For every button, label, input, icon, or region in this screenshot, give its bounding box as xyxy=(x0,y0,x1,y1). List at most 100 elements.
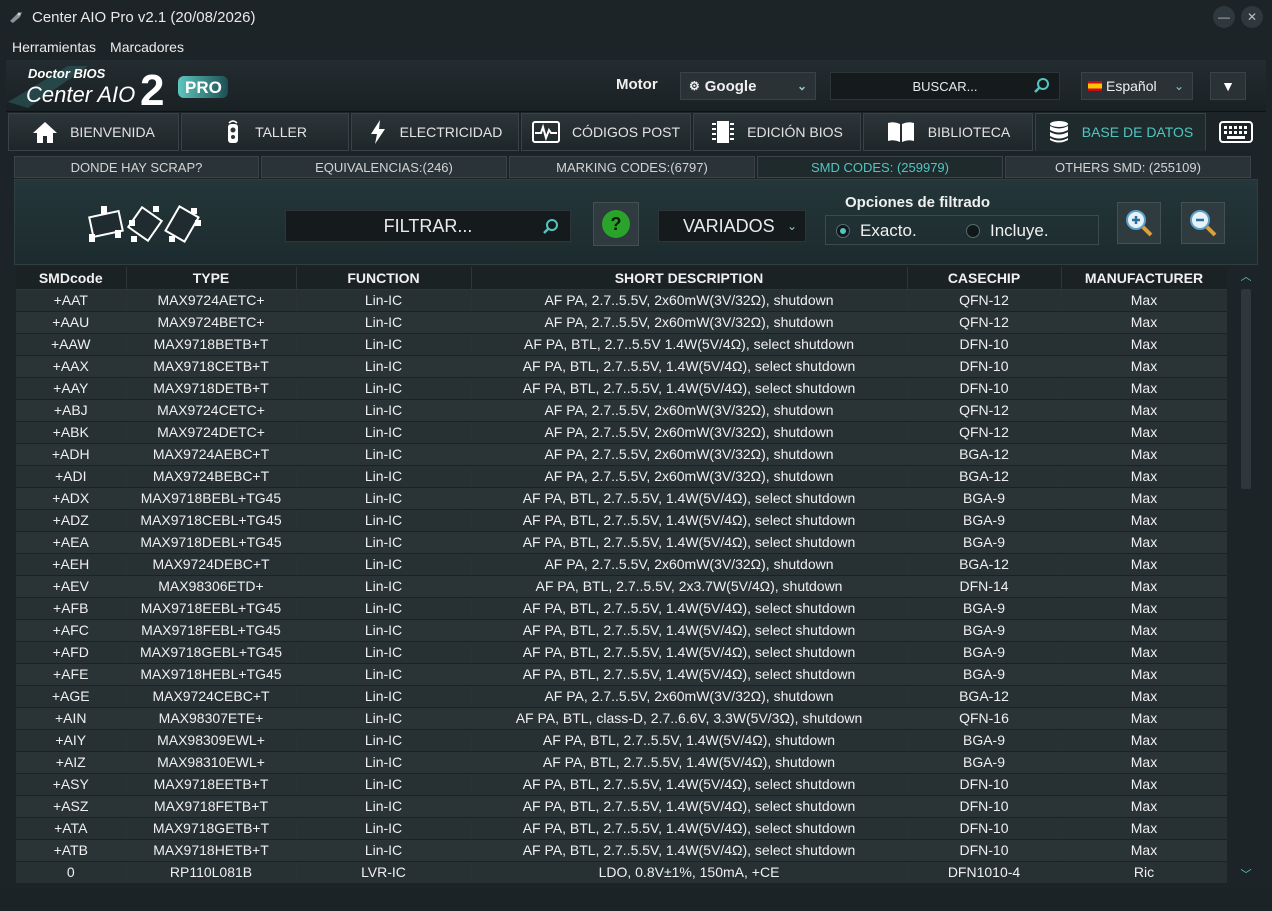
search-icon[interactable] xyxy=(542,218,560,236)
menu-herramientas[interactable]: Herramientas xyxy=(12,39,96,55)
scroll-up-icon[interactable]: ︿ xyxy=(1236,267,1256,285)
column-header-short-description[interactable]: SHORT DESCRIPTION xyxy=(471,267,908,290)
search-icon[interactable] xyxy=(1033,77,1051,95)
table-row[interactable]: +ADI MAX9724BEBC+T Lin-IC AF PA, 2.7..5.5V,… xyxy=(16,465,1227,488)
zoom-out-button[interactable] xyxy=(1181,202,1225,244)
filter-input[interactable]: FILTRAR... xyxy=(285,210,571,242)
subtab-others-smd[interactable]: OTHERS SMD: (255109) xyxy=(1005,156,1251,178)
tab-edicion-bios[interactable]: EDICIÓN BIOS xyxy=(693,113,861,151)
column-header-function[interactable]: FUNCTION xyxy=(296,267,472,290)
table-row[interactable]: +ADX MAX9718BEBL+TG45 Lin-IC AF PA, BTL, 2.… xyxy=(16,487,1227,510)
close-button[interactable]: ✕ xyxy=(1241,6,1263,28)
app-icon xyxy=(10,12,22,23)
tab-electricidad[interactable]: ELECTRICIDAD xyxy=(351,113,519,151)
table-row[interactable]: +AEV MAX98306ETD+ Lin-IC AF PA, BTL, 2.7..5… xyxy=(16,575,1227,598)
cell-manufacturer: Max xyxy=(1061,575,1227,598)
cell-casechip: BGA-12 xyxy=(907,443,1062,466)
table-body: +AAT MAX9724AETC+ Lin-IC AF PA, 2.7..5.5V, … xyxy=(16,289,1227,883)
minimize-button[interactable]: — xyxy=(1213,6,1235,28)
cell-manufacturer: Max xyxy=(1061,311,1227,334)
tab-base-de-datos[interactable]: BASE DE DATOS xyxy=(1035,113,1206,151)
table-row[interactable]: +AAY MAX9718DETB+T Lin-IC AF PA, BTL, 2.7..… xyxy=(16,377,1227,400)
cell-casechip: BGA-9 xyxy=(907,619,1062,642)
table-row[interactable]: +AIY MAX98309EWL+ Lin-IC AF PA, BTL, 2.7..5… xyxy=(16,729,1227,752)
table-row[interactable]: +AAU MAX9724BETC+ Lin-IC AF PA, 2.7..5.5V, … xyxy=(16,311,1227,334)
table-row[interactable]: +ABK MAX9724DETC+ Lin-IC AF PA, 2.7..5.5V, … xyxy=(16,421,1227,444)
table-row[interactable]: +ATA MAX9718GETB+T Lin-IC AF PA, BTL, 2.7..… xyxy=(16,817,1227,840)
category-select[interactable]: VARIADOS ⌄ xyxy=(658,210,806,242)
column-header-type[interactable]: TYPE xyxy=(126,267,297,290)
cell-smdcode: +AFE xyxy=(16,663,127,686)
table-row[interactable]: +ABJ MAX9724CETC+ Lin-IC AF PA, 2.7..5.5V, … xyxy=(16,399,1227,422)
database-icon xyxy=(1048,120,1070,144)
cell-type: MAX9724AEBC+T xyxy=(126,443,297,466)
cell-smdcode: +AEA xyxy=(16,531,127,554)
cell-manufacturer: Max xyxy=(1061,443,1227,466)
cell-function: Lin-IC xyxy=(296,553,472,576)
cell-casechip: QFN-12 xyxy=(907,311,1062,334)
menu-marcadores[interactable]: Marcadores xyxy=(110,39,184,55)
cell-short-description: AF PA, BTL, 2.7..5.5V, 1.4W(5V/4Ω), sele… xyxy=(471,817,908,840)
tab-biblioteca[interactable]: BIBLIOTECA xyxy=(863,113,1033,151)
table-row[interactable]: +AFD MAX9718GEBL+TG45 Lin-IC AF PA, BTL, 2.… xyxy=(16,641,1227,664)
column-header-manufacturer[interactable]: MANUFACTURER xyxy=(1061,267,1227,290)
scrollbar-thumb[interactable] xyxy=(1241,289,1251,489)
cell-manufacturer: Max xyxy=(1061,751,1227,774)
table-row[interactable]: 0 RP110L081B LVR-IC LDO, 0.8V±1%, 150mA, +C… xyxy=(16,861,1227,883)
subtab-smd-codes[interactable]: SMD CODES: (259979) xyxy=(757,156,1003,178)
tab-taller[interactable]: TALLER xyxy=(181,113,349,151)
cell-type: MAX9718GEBL+TG45 xyxy=(126,641,297,664)
radio-exacto[interactable]: Exacto. xyxy=(836,221,917,241)
subtab-donde-hay-scrap[interactable]: DONDE HAY SCRAP? xyxy=(14,156,259,178)
cell-casechip: BGA-12 xyxy=(907,553,1062,576)
table-row[interactable]: +ADH MAX9724AEBC+T Lin-IC AF PA, 2.7..5.5V,… xyxy=(16,443,1227,466)
table-row[interactable]: +AAT MAX9724AETC+ Lin-IC AF PA, 2.7..5.5V, … xyxy=(16,289,1227,312)
column-header-casechip[interactable]: CASECHIP xyxy=(907,267,1062,290)
search-input[interactable]: BUSCAR... xyxy=(830,72,1060,100)
table-row[interactable]: +AIN MAX98307ETE+ Lin-IC AF PA, BTL, class-… xyxy=(16,707,1227,730)
cell-short-description: AF PA, 2.7..5.5V, 2x60mW(3V/32Ω), shutdo… xyxy=(471,685,908,708)
cell-manufacturer: Max xyxy=(1061,817,1227,840)
table-row[interactable]: +ASZ MAX9718FETB+T Lin-IC AF PA, BTL, 2.7..… xyxy=(16,795,1227,818)
cell-manufacturer: Max xyxy=(1061,531,1227,554)
cell-short-description: AF PA, BTL, 2.7..5.5V, 1.4W(5V/4Ω), sele… xyxy=(471,839,908,862)
cell-smdcode: +ADX xyxy=(16,487,127,510)
table-row[interactable]: +AEA MAX9718DEBL+TG45 Lin-IC AF PA, BTL, 2.… xyxy=(16,531,1227,554)
cell-casechip: QFN-16 xyxy=(907,707,1062,730)
table-row[interactable]: +ADZ MAX9718CEBL+TG45 Lin-IC AF PA, BTL, 2.… xyxy=(16,509,1227,532)
table-row[interactable]: +AIZ MAX98310EWL+ Lin-IC AF PA, BTL, 2.7..5… xyxy=(16,751,1227,774)
language-select[interactable]: Español ⌄ xyxy=(1081,72,1193,100)
keyboard-button[interactable] xyxy=(1208,113,1264,151)
cell-type: MAX98306ETD+ xyxy=(126,575,297,598)
tab-codigos-post[interactable]: CÓDIGOS POST xyxy=(521,113,691,151)
subtab-marking-codes[interactable]: MARKING CODES:(6797) xyxy=(509,156,755,178)
radio-incluye[interactable]: Incluye. xyxy=(966,221,1049,241)
zoom-in-button[interactable] xyxy=(1117,202,1161,244)
table-row[interactable]: +AGE MAX9724CEBC+T Lin-IC AF PA, 2.7..5.5V,… xyxy=(16,685,1227,708)
main-tabs: BIENVENIDA TALLER ELECTRICIDAD CÓDIGOS P… xyxy=(8,113,1264,153)
cell-function: Lin-IC xyxy=(296,817,472,840)
table-row[interactable]: +AAW MAX9718BETB+T Lin-IC AF PA, BTL, 2.7..… xyxy=(16,333,1227,356)
cell-type: MAX98307ETE+ xyxy=(126,707,297,730)
help-button[interactable]: ? xyxy=(593,202,639,246)
cell-short-description: AF PA, BTL, 2.7..5.5V 1.4W(5V/4Ω), selec… xyxy=(471,333,908,356)
table-row[interactable]: +AFB MAX9718EEBL+TG45 Lin-IC AF PA, BTL, 2.… xyxy=(16,597,1227,620)
table-row[interactable]: +AFE MAX9718HEBL+TG45 Lin-IC AF PA, BTL, 2.… xyxy=(16,663,1227,686)
table-row[interactable]: +AAX MAX9718CETB+T Lin-IC AF PA, BTL, 2.7..… xyxy=(16,355,1227,378)
search-engine-select[interactable]: ⚙ Google ⌄ xyxy=(680,72,816,100)
table-row[interactable]: +AFC MAX9718FEBL+TG45 Lin-IC AF PA, BTL, 2.… xyxy=(16,619,1227,642)
table-row[interactable]: +AEH MAX9724DEBC+T Lin-IC AF PA, 2.7..5.5V,… xyxy=(16,553,1227,576)
table-row[interactable]: +ASY MAX9718EETB+T Lin-IC AF PA, BTL, 2.7..… xyxy=(16,773,1227,796)
cell-smdcode: +AAU xyxy=(16,311,127,334)
cell-short-description: AF PA, 2.7..5.5V, 2x60mW(3V/32Ω), shutdo… xyxy=(471,311,908,334)
tab-bienvenida[interactable]: BIENVENIDA xyxy=(8,113,179,151)
cell-manufacturer: Max xyxy=(1061,641,1227,664)
options-dropdown-button[interactable]: ▼ xyxy=(1210,72,1246,100)
subtab-equivalencias[interactable]: EQUIVALENCIAS:(246) xyxy=(261,156,507,178)
vertical-scrollbar[interactable]: ︿ ﹀ xyxy=(1236,267,1256,885)
scroll-down-icon[interactable]: ﹀ xyxy=(1236,865,1256,883)
column-header-smdcode[interactable]: SMDcode xyxy=(16,267,127,290)
remote-icon xyxy=(223,120,243,144)
table-row[interactable]: +ATB MAX9718HETB+T Lin-IC AF PA, BTL, 2.7..… xyxy=(16,839,1227,862)
cell-smdcode: +ADZ xyxy=(16,509,127,532)
